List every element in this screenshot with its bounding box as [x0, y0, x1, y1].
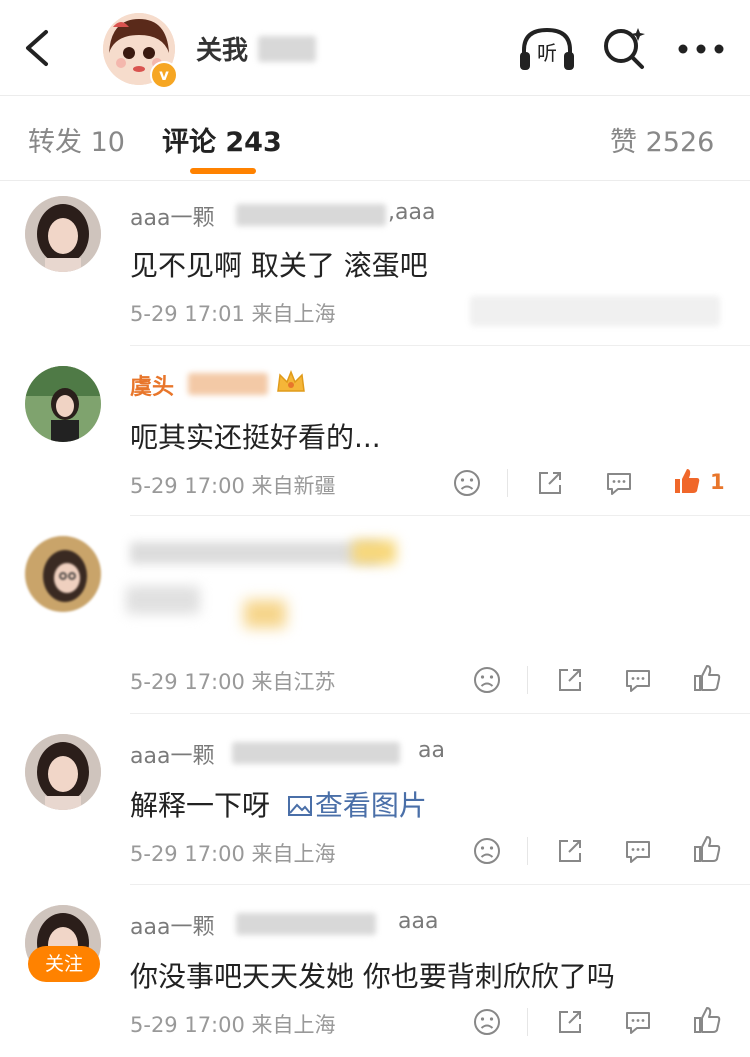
comment-username-suffix: aa: [418, 738, 445, 763]
view-image-label[interactable]: 查看图片: [315, 789, 427, 822]
comment-text-body: 解释一下呀: [130, 789, 271, 822]
listen-label: 听: [537, 41, 557, 65]
like-icon[interactable]: [692, 834, 722, 864]
comment-text: 解释一下呀 查看图片: [130, 784, 427, 824]
blurred-badge: [352, 540, 396, 564]
divider: [130, 345, 750, 346]
blurred-name-part: [236, 913, 376, 935]
comment-username-suffix: aaa: [398, 909, 439, 934]
comment-username[interactable]: aaa一颗: [130, 738, 214, 770]
avatar[interactable]: [25, 196, 101, 272]
tab-likes[interactable]: 赞 2526: [610, 120, 714, 159]
like-icon-active[interactable]: [672, 466, 702, 496]
comment-username[interactable]: aaa一颗: [130, 909, 214, 941]
divider: [130, 884, 750, 885]
blurred-name-part: [258, 36, 316, 62]
divider: [130, 515, 750, 516]
blurred-area: [470, 296, 720, 326]
blurred-emoji: [244, 600, 286, 628]
divider: [507, 469, 508, 497]
like-icon[interactable]: [692, 1005, 722, 1035]
divider: [527, 1008, 528, 1036]
comment-meta: 5-29 17:00 来自江苏: [130, 670, 336, 694]
like-icon[interactable]: [692, 663, 722, 693]
blurred-name-part: [188, 373, 268, 395]
active-tab-indicator: [190, 168, 256, 174]
share-icon[interactable]: [535, 468, 565, 498]
profile-name[interactable]: 关我: [196, 30, 248, 67]
dislike-icon[interactable]: [452, 468, 482, 498]
avatar[interactable]: [25, 734, 101, 810]
comment-username-suffix: ,aaa: [388, 200, 436, 225]
comment-tabs: 转发 10 评论 243 赞 2526: [0, 96, 750, 181]
view-image-link[interactable]: 查看图片: [279, 789, 427, 822]
comment-text: 呃其实还挺好看的...: [130, 421, 381, 454]
avatar[interactable]: [25, 366, 101, 442]
dislike-icon[interactable]: [472, 836, 502, 866]
avatar[interactable]: [25, 536, 101, 612]
blurred-name-part: [236, 204, 386, 226]
crown-badge-icon: [277, 369, 305, 392]
tab-repost[interactable]: 转发 10: [28, 120, 125, 159]
divider: [130, 713, 750, 714]
share-icon[interactable]: [555, 1007, 585, 1037]
user-photo-icon: [25, 734, 101, 810]
comment-username[interactable]: 虞头: [130, 369, 174, 401]
blurred-name-part: [232, 742, 400, 764]
reply-icon[interactable]: [623, 665, 653, 695]
more-icon[interactable]: [678, 44, 724, 54]
verified-badge: v: [150, 61, 178, 89]
reply-icon[interactable]: [604, 468, 634, 498]
share-icon[interactable]: [555, 836, 585, 866]
comment-meta: 5-29 17:01 来自上海: [130, 302, 336, 326]
divider: [527, 837, 528, 865]
divider: [527, 666, 528, 694]
comment-text: 见不见啊 取关了 滚蛋吧: [130, 249, 428, 282]
top-nav-bar: v 关我 听: [0, 0, 750, 96]
blurred-name: [130, 542, 380, 564]
follow-button[interactable]: 关注: [28, 946, 100, 982]
reply-icon[interactable]: [623, 1007, 653, 1037]
comment-meta: 5-29 17:00 来自上海: [130, 842, 336, 866]
dislike-icon[interactable]: [472, 1007, 502, 1037]
dislike-icon[interactable]: [472, 665, 502, 695]
back-icon[interactable]: [22, 28, 52, 68]
comment-text: 你没事吧天天发她 你也要背刺欣欣了吗: [130, 960, 615, 993]
search-icon[interactable]: [600, 24, 648, 72]
user-photo-icon: [25, 536, 101, 612]
comment-meta: 5-29 17:00 来自新疆: [130, 474, 336, 498]
like-count: 1: [710, 470, 725, 494]
reply-icon[interactable]: [623, 836, 653, 866]
image-icon: [287, 796, 312, 816]
user-photo-icon: [25, 196, 101, 272]
share-icon[interactable]: [555, 665, 585, 695]
comment-meta: 5-29 17:00 来自上海: [130, 1013, 336, 1037]
listen-icon[interactable]: 听: [518, 24, 576, 74]
comment-username[interactable]: aaa一颗: [130, 200, 214, 232]
user-photo-icon: [25, 366, 101, 442]
tab-comments[interactable]: 评论 243: [162, 120, 282, 159]
blurred-text: [126, 586, 200, 614]
